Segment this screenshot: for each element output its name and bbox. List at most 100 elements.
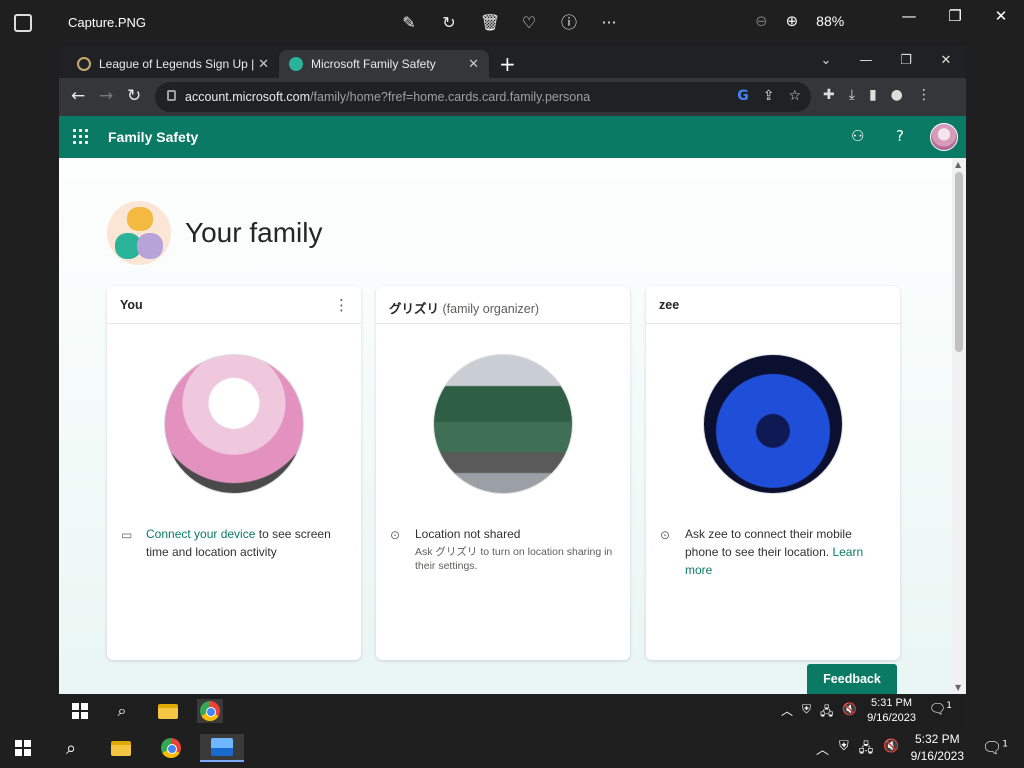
tab-league[interactable]: League of Legends Sign Up | No ✕ <box>67 50 279 78</box>
security-icon[interactable]: ⛨ <box>802 702 811 723</box>
member-card-zee[interactable]: zee ⊙ Ask zee to connect their mobile ph… <box>646 286 900 660</box>
member-name: You <box>120 298 143 312</box>
help-icon[interactable]: ? <box>896 127 904 145</box>
bookmark-star-icon[interactable]: ☆ <box>788 88 801 104</box>
card-header: zee <box>646 286 900 324</box>
back-icon[interactable]: ← <box>71 86 85 106</box>
scroll-thumb[interactable] <box>955 172 963 352</box>
member-info: ▭ Connect your device to see screen time… <box>121 525 347 561</box>
clock-time: 5:31 PM <box>871 697 913 709</box>
minimize-icon[interactable]: — <box>886 0 932 32</box>
taskbar: ⌕ ︿ ⛨ 🖧 🔇 5:32 PM 9/16/2023 🗨1 <box>0 728 1024 768</box>
account-avatar[interactable] <box>930 123 958 151</box>
zoom-in-icon[interactable]: ⊕ <box>786 12 799 30</box>
close-icon[interactable]: ✕ <box>926 46 966 76</box>
info-icon[interactable]: ⓘ <box>560 12 578 34</box>
favorite-icon[interactable]: ♡ <box>520 12 538 34</box>
forward-icon[interactable]: → <box>99 86 113 106</box>
side-panel-icon[interactable]: ▮ <box>869 87 877 103</box>
chrome-icon[interactable] <box>197 699 223 723</box>
member-name: zee <box>659 298 680 312</box>
device-icon: ▭ <box>121 528 133 542</box>
download-icon[interactable]: ⤓ <box>849 87 855 103</box>
network-icon[interactable]: 🖧 <box>859 739 874 761</box>
more-options-icon[interactable]: ⋮ <box>334 296 349 314</box>
clock-date: 9/16/2023 <box>867 712 916 724</box>
family-logo-icon <box>107 201 171 265</box>
page-title: Your family <box>185 217 323 248</box>
member-avatar <box>433 354 573 494</box>
tab-strip: League of Legends Sign Up | No ✕ Microso… <box>59 46 966 78</box>
card-header: You <box>107 286 361 324</box>
member-info: ⊙ Location not shared Ask グリズリ to turn o… <box>390 525 616 573</box>
start-icon[interactable] <box>8 734 38 762</box>
location-status: Location not shared <box>415 527 521 541</box>
new-tab-icon[interactable]: + <box>499 52 516 76</box>
location-pin-icon: ⊙ <box>390 528 401 542</box>
tab-family-safety[interactable]: Microsoft Family Safety ✕ <box>279 50 489 78</box>
tab-close-icon[interactable]: ✕ <box>468 56 479 72</box>
file-explorer-icon[interactable] <box>106 734 136 762</box>
photos-app-icon <box>14 14 32 32</box>
photos-icon[interactable] <box>200 734 244 762</box>
family-settings-icon[interactable]: ⚇ <box>851 127 864 145</box>
page-scrollbar[interactable]: ▲ ▼ <box>952 158 966 694</box>
card-header: グリズリ (family organizer) <box>376 286 630 324</box>
url-text: account.microsoft.com/family/home?fref=h… <box>185 90 591 104</box>
address-bar[interactable]: account.microsoft.com/family/home?fref=h… <box>155 82 811 112</box>
extensions-icon[interactable]: ✚ <box>823 87 835 103</box>
start-icon[interactable] <box>67 699 93 723</box>
close-icon[interactable]: ✕ <box>978 0 1024 32</box>
feedback-button[interactable]: Feedback <box>807 664 897 694</box>
share-icon[interactable]: ⇪ <box>763 88 775 104</box>
app-title[interactable]: Family Safety <box>108 129 198 145</box>
tab-label: League of Legends Sign Up | No <box>99 57 259 71</box>
tray-expand-icon[interactable]: ︿ <box>816 739 829 761</box>
member-card-organizer[interactable]: グリズリ (family organizer) ⊙ Location not s… <box>376 286 630 660</box>
member-role: (family organizer) <box>442 302 540 316</box>
search-icon[interactable]: ⌕ <box>56 734 86 762</box>
minimize-icon[interactable]: — <box>846 46 886 76</box>
file-explorer-icon[interactable] <box>155 699 181 723</box>
rotate-icon[interactable]: ↻ <box>440 12 458 34</box>
network-icon[interactable]: 🖧 <box>820 702 833 723</box>
location-hint: Ask グリズリ to turn on location sharing in … <box>415 546 613 572</box>
tab-close-icon[interactable]: ✕ <box>258 56 269 72</box>
search-icon[interactable]: ⌕ <box>109 699 135 723</box>
profile-icon[interactable]: ● <box>891 87 903 103</box>
zoom-controls: ⊖ ⊕ 88% <box>755 12 844 30</box>
info-text: Ask zee to connect their mobile phone to… <box>685 527 852 559</box>
google-icon[interactable]: G <box>737 88 749 104</box>
delete-icon[interactable]: 🗑 <box>480 12 500 34</box>
zoom-out-icon[interactable]: ⊖ <box>755 12 768 30</box>
photo-viewer-bar: Capture.PNG ✎ ↻ 🗑 ♡ ⓘ ··· ⊖ ⊕ 88% — ❐ ✕ <box>0 0 1024 46</box>
league-favicon-icon <box>77 57 91 71</box>
restore-icon[interactable]: ❐ <box>886 46 926 76</box>
tray-expand-icon[interactable]: ︿ <box>781 702 793 723</box>
family-favicon-icon <box>289 57 303 71</box>
more-icon[interactable]: ··· <box>600 12 618 34</box>
clock[interactable]: 5:31 PM 9/16/2023 <box>867 696 916 726</box>
volume-muted-icon[interactable]: 🔇 <box>883 739 899 761</box>
security-icon[interactable]: ⛨ <box>839 739 849 761</box>
browser-window-controls: ⌄ — ❐ ✕ <box>806 46 966 76</box>
viewer-title: Capture.PNG <box>68 15 147 30</box>
clock[interactable]: 5:32 PM 9/16/2023 <box>911 731 964 765</box>
notification-icon[interactable]: 🗨1 <box>928 701 952 718</box>
reload-icon[interactable]: ↻ <box>127 86 141 106</box>
chrome-icon[interactable] <box>156 734 186 762</box>
connect-device-link[interactable]: Connect your device <box>146 527 255 541</box>
scroll-down-icon[interactable]: ▼ <box>955 683 961 692</box>
edit-icon[interactable]: ✎ <box>400 12 418 34</box>
maximize-icon[interactable]: ❐ <box>932 0 978 32</box>
notification-icon[interactable]: 🗨1 <box>982 738 1008 757</box>
scroll-up-icon[interactable]: ▲ <box>955 160 961 169</box>
system-tray: ︿ ⛨ 🖧 🔇 <box>816 739 899 761</box>
app-launcher-icon[interactable] <box>73 129 88 144</box>
tab-search-icon[interactable]: ⌄ <box>806 46 846 76</box>
browser-toolbar: ← → ↻ account.microsoft.com/family/home?… <box>59 78 966 116</box>
menu-icon[interactable]: ⋮ <box>917 87 931 103</box>
member-card-you[interactable]: You ⋮ ▭ Connect your device to see scree… <box>107 286 361 660</box>
volume-muted-icon[interactable]: 🔇 <box>842 702 857 723</box>
tab-label: Microsoft Family Safety <box>311 57 436 71</box>
